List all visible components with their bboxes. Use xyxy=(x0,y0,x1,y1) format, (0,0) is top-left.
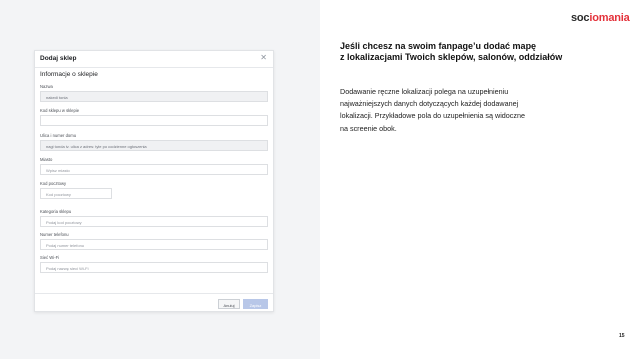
body-line-4: na screenie obok. xyxy=(340,123,397,133)
store-code-input[interactable] xyxy=(40,115,268,126)
screenshot-panel: Dodaj sklep ✕ Informacje o sklepie Nazwa… xyxy=(0,0,320,359)
phone-label: Numer telefonu xyxy=(40,232,69,237)
city-input[interactable]: Wpisz miasto xyxy=(40,164,268,175)
logo-text-end: omania xyxy=(592,12,630,24)
name-label: Nazwa xyxy=(40,84,53,89)
city-label: Miasto xyxy=(40,157,53,162)
street-label: Ulica i numer domu xyxy=(40,133,77,138)
wifi-input[interactable]: Podaj nazwę sieci Wi-Fi xyxy=(40,262,268,273)
heading-line-1: Jeśli chcesz na swoim fanpage’u dodać ma… xyxy=(340,41,537,51)
dialog-header: Dodaj sklep ✕ xyxy=(35,51,273,68)
name-input[interactable]: nakedi tonia xyxy=(40,91,268,102)
wifi-label: Sieć Wi-Fi xyxy=(40,255,60,260)
heading-line-2: z lokalizacjami Twoich sklepów, salonów,… xyxy=(340,52,563,62)
body-line-3: lokalizacji. Przykładowe pola do uzupełn… xyxy=(340,111,525,121)
save-button[interactable]: Zapisz xyxy=(243,299,268,309)
logo-text-start: soc xyxy=(571,12,590,24)
postal-code-label: Kod pocztowy xyxy=(40,181,67,186)
slide-heading: Jeśli chcesz na swoim fanpage’u dodać ma… xyxy=(340,41,630,63)
store-code-label: Kod sklepu w sklepie xyxy=(40,108,80,113)
page-number: 15 xyxy=(619,333,625,339)
slide-body-text: Dodawanie ręczne lokalizacji polega na u… xyxy=(340,86,580,135)
section-title: Informacje o sklepie xyxy=(40,71,98,78)
body-line-1: Dodawanie ręczne lokalizacji polega na u… xyxy=(340,87,509,96)
brand-logo: sociomania xyxy=(571,12,630,24)
close-icon[interactable]: ✕ xyxy=(260,54,267,62)
add-store-dialog: Dodaj sklep ✕ Informacje o sklepie Nazwa… xyxy=(34,50,274,312)
street-input[interactable]: nagi tonda iv. ulica z adres: tyle po co… xyxy=(40,140,268,151)
postal-code-input[interactable]: Kod pocztowy xyxy=(40,188,112,199)
dialog-title: Dodaj sklep xyxy=(40,55,77,62)
category-label: Kategoria sklepu xyxy=(40,209,72,214)
body-line-2: najważniejszych danych dotyczących każde… xyxy=(340,99,519,109)
dialog-footer: Anuluj Zapisz xyxy=(35,293,273,311)
category-input[interactable]: Podaj kod pocztowy xyxy=(40,216,268,227)
phone-input[interactable]: Podaj numer telefonu xyxy=(40,239,268,250)
cancel-button[interactable]: Anuluj xyxy=(218,299,240,309)
